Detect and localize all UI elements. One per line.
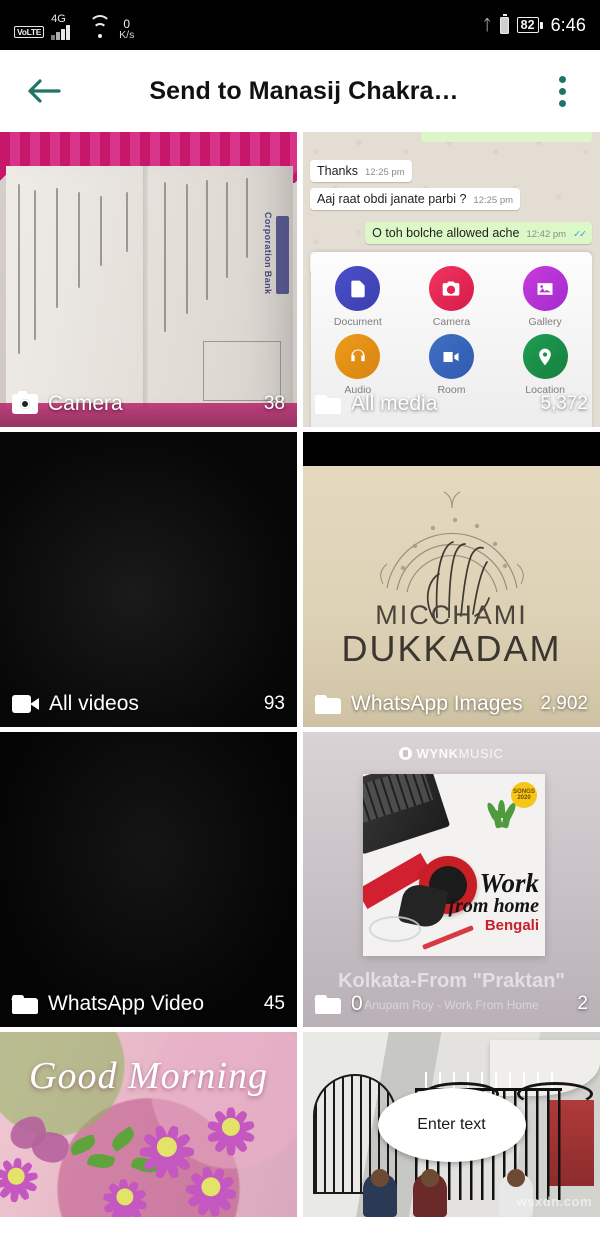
signal-strength-icon: 4G [51,14,81,40]
tile-count: 45 [263,993,285,1014]
tile-label: WhatsApp Video 45 [0,981,297,1027]
brand-suffix: MUSIC [458,746,504,761]
gallery-tile-whatsapp-images[interactable]: MICCHAMI DUKKADAM WhatsApp Images 2,902 [303,432,600,727]
flower [0,1144,48,1208]
wynk-mark-icon [399,747,413,760]
folder-icon [12,995,38,1014]
status-bar-clock: 6:46 [550,14,586,35]
attachment-option-camera: Camera [422,266,480,328]
chat-text: O toh bolche allowed ache [372,226,520,240]
headphones-icon [335,334,381,379]
flower [174,1150,248,1217]
chat-time: 12:25 pm [473,195,514,206]
tile-count: 2,902 [540,693,588,714]
wynk-music-logo: WYNKMUSIC [303,746,600,761]
attachment-label: Camera [432,316,471,328]
attachment-option-document: Document [329,266,387,328]
gallery-tile-good-morning[interactable]: Good Morning [0,1032,297,1217]
tile-name: WhatsApp Images [351,692,523,715]
signal-bars [51,25,70,40]
battery-indicator: 82 [516,16,543,34]
volte-icon: VoLTE [14,25,45,38]
album-cover-art: Work from home Bengali SONGS 2020 [363,774,545,956]
back-arrow-icon [28,79,61,103]
tile-label: All media 5,372 [303,381,600,427]
tile-label: All videos 93 [0,681,297,727]
video-room-icon [428,334,474,379]
folder-icon [315,995,341,1014]
brand-name: WYNK [416,746,459,761]
data-rate-unit: K/s [119,29,135,42]
overflow-dot [558,87,566,95]
gallery-tile-all-videos[interactable]: All videos 93 [0,432,297,727]
overflow-dot [558,99,566,107]
thumbnail-text-line1: MICCHAMI [375,600,528,630]
page-title: Send to Manasij Chakra… [149,76,459,105]
cover-badge: SONGS 2020 [511,782,537,808]
cover-text-line1: Work [479,868,539,899]
gallery-tile-whatsapp-video[interactable]: WhatsApp Video 45 [0,732,297,1027]
tile-name: All media [351,392,438,415]
tile-count: 5,372 [540,393,588,414]
location-pin-icon [522,334,568,379]
overflow-dot [558,75,566,83]
gallery-tile-camera[interactable]: Corporation Bank Camera 38 [0,132,297,427]
bluetooth-icon: ᛏ [482,16,492,34]
document-icon [335,266,381,311]
tile-name: All videos [49,692,139,715]
chat-text: Aaj raat obdi janate parbi ? [317,192,467,206]
secondary-battery-icon [499,14,509,34]
wifi-icon [88,15,112,39]
tile-count: 38 [263,393,285,414]
chat-bubble: Aaj raat obdi janate parbi ? 12:25 pm [310,188,521,210]
media-folder-grid: Corporation Bank Camera 38 Thanks 12:25 … [0,132,600,1238]
battery-percent-label: 82 [516,16,539,34]
status-bar: VoLTE 4G 0 K/s ᛏ 82 6:46 [0,0,600,50]
tile-name: Camera [48,392,123,415]
network-type-label: 4G [51,13,66,25]
chat-bubble: Thanks 12:25 pm [310,160,412,182]
cover-text-line3: Bengali [484,917,539,934]
attachment-option-gallery: Gallery [516,266,574,328]
folder-icon [315,695,341,714]
video-icon [12,695,39,713]
camera-icon [428,266,474,311]
chat-bubble: O toh bolche allowed ache 12:42 pm ✓✓ [365,222,592,244]
camera-icon [12,391,38,414]
data-rate-indicator: 0 K/s [119,18,134,41]
gallery-tile-folder-0[interactable]: WYNKMUSIC Work from home Bengali SONGS 2… [303,732,600,1027]
watermark: wsxdn.com [516,1194,592,1209]
good-morning-thumbnail: Good Morning [0,1032,297,1217]
folder-icon [315,395,341,414]
chat-time: 12:42 pm [526,229,567,240]
chat-time: 12:25 pm [365,167,405,178]
tile-label: Camera 38 [0,381,297,427]
cover-text-line2: from home [448,895,539,917]
tile-label: 0 2 [303,981,600,1027]
gallery-tile-all-media[interactable]: Thanks 12:25 pm Aaj raat obdi janate par… [303,132,600,427]
thumbnail-text-line2: DUKKADAM [341,628,562,669]
tile-name: WhatsApp Video [48,992,205,1015]
gallery-tile-gate-photo[interactable]: wsxdn.com Enter text [303,1032,600,1217]
attachment-label: Gallery [528,316,562,328]
back-button[interactable] [16,63,72,119]
chat-text: Thanks [317,164,358,178]
flower [92,1164,158,1217]
tile-name: 0 [351,992,363,1015]
attachment-label: Document [333,316,382,328]
tile-count: 93 [263,693,285,714]
status-bar-right: ᛏ 82 6:46 [482,14,586,36]
praying-hands-mandala-icon [379,491,524,618]
read-receipt-icon: ✓✓ [573,229,587,240]
app-bar: Send to Manasij Chakra… [0,50,600,132]
tile-label: WhatsApp Images 2,902 [303,681,600,727]
tile-count: 2 [577,993,588,1014]
status-bar-left: VoLTE 4G 0 K/s [14,8,134,42]
overflow-menu-button[interactable] [540,63,584,119]
gallery-icon [522,266,568,311]
enter-text-button[interactable]: Enter text [377,1087,526,1162]
